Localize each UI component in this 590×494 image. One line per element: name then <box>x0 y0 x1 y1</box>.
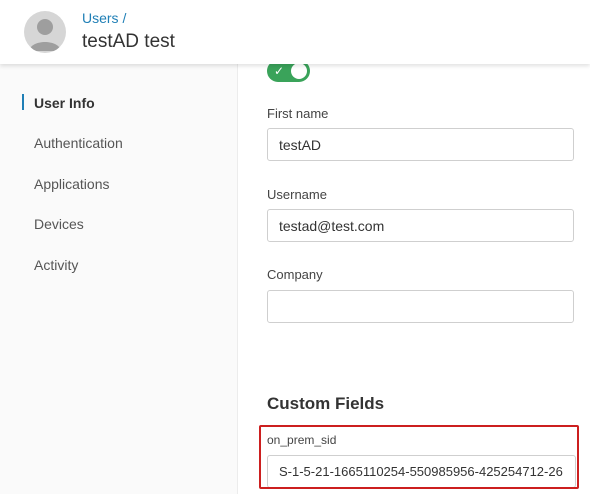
user-avatar-icon <box>29 19 61 51</box>
on-prem-sid-label: on_prem_sid <box>267 433 337 447</box>
custom-fields-heading: Custom Fields <box>267 394 385 413</box>
avatar <box>24 11 66 53</box>
sidebar-item-devices[interactable]: Devices <box>34 216 84 232</box>
sidebar-item-activity[interactable]: Activity <box>34 257 78 273</box>
first-name-label: First name <box>267 106 329 121</box>
company-label: Company <box>267 267 323 282</box>
username-field[interactable] <box>267 209 574 242</box>
page-title: testAD test <box>82 31 175 52</box>
first-name-field[interactable] <box>267 128 574 161</box>
sidebar <box>0 64 238 494</box>
sidebar-item-applications[interactable]: Applications <box>34 176 110 192</box>
company-field[interactable] <box>267 290 574 323</box>
sidebar-item-user-info[interactable]: User Info <box>34 95 95 111</box>
on-prem-sid-field[interactable] <box>267 455 576 488</box>
username-label: Username <box>267 187 327 202</box>
page-header: Users / testAD test <box>0 0 590 64</box>
active-nav-indicator <box>22 94 24 110</box>
sidebar-item-authentication[interactable]: Authentication <box>34 135 123 151</box>
breadcrumb-users-link[interactable]: Users / <box>82 10 126 26</box>
toggle-knob <box>291 63 307 79</box>
check-icon: ✓ <box>274 64 285 78</box>
